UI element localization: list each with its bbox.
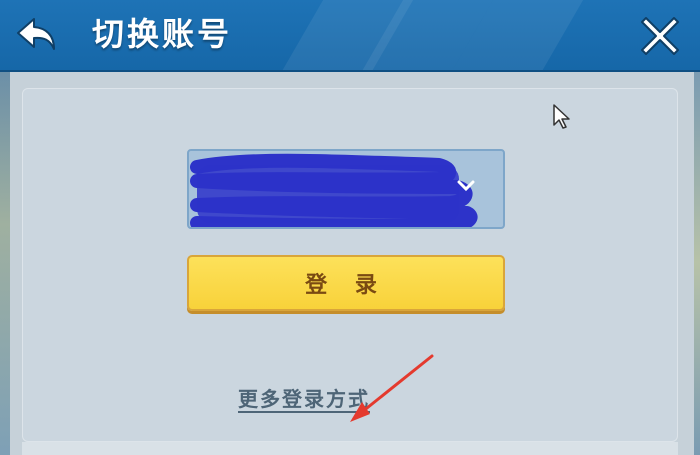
background-edge-left <box>0 70 10 455</box>
chevron-down-icon <box>457 180 475 192</box>
close-button[interactable] <box>634 10 686 62</box>
annotation-arrow <box>350 354 434 422</box>
panel-footer-strip <box>22 442 678 455</box>
close-icon <box>641 17 679 55</box>
background-edge-right <box>694 70 700 455</box>
login-button[interactable]: 登 录 <box>187 255 505 311</box>
account-select[interactable] <box>187 149 505 229</box>
page-title: 切换账号 <box>92 15 233 53</box>
back-arrow-icon <box>17 18 55 50</box>
dialog-header: 切换账号 <box>0 0 700 72</box>
back-button[interactable] <box>10 10 66 60</box>
mouse-cursor-icon <box>553 104 570 129</box>
switch-account-dialog: 切换账号 登 录 更多登录方式 <box>0 0 700 455</box>
